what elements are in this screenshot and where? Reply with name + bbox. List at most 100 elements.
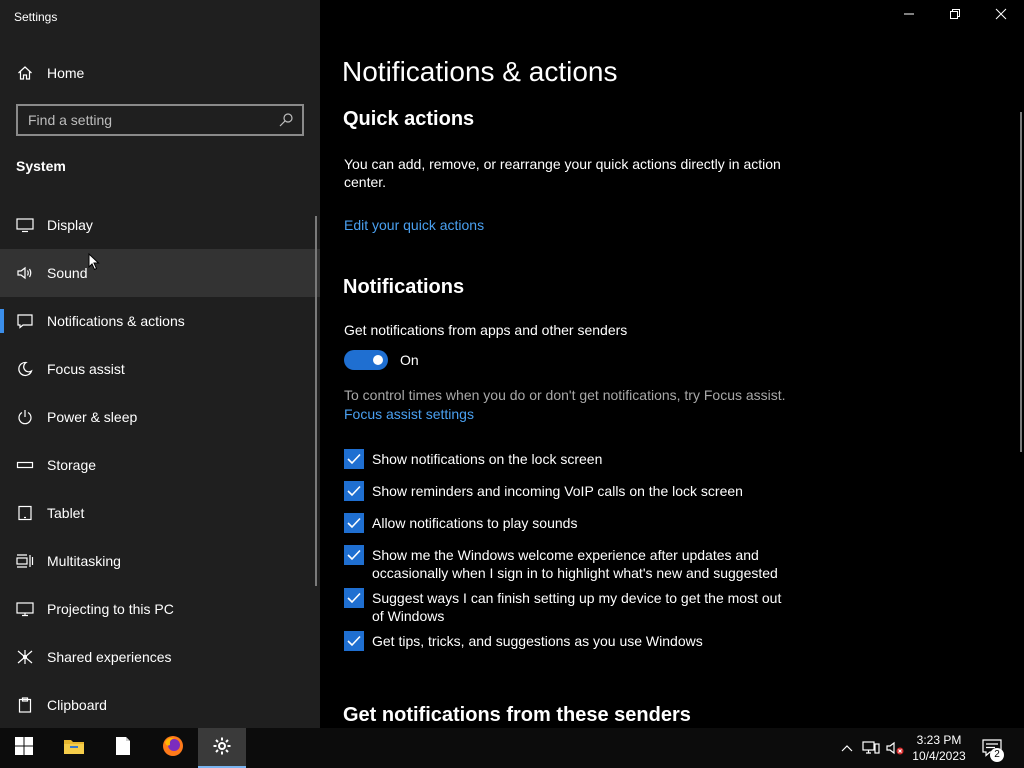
- start-button[interactable]: [0, 728, 48, 768]
- search-input[interactable]: [18, 112, 268, 128]
- notifications-heading: Notifications: [343, 276, 465, 298]
- checkbox-row-tips[interactable]: Get tips, tricks, and suggestions as you…: [344, 631, 804, 651]
- close-button[interactable]: [978, 0, 1024, 32]
- senders-heading: Get notifications from these senders: [343, 704, 691, 726]
- document-icon: [115, 736, 131, 761]
- taskbar: 3:23 PM 10/4/2023 2: [0, 728, 1024, 768]
- checkbox[interactable]: [344, 449, 364, 469]
- sidebar-item-clipboard[interactable]: Clipboard: [0, 681, 320, 729]
- notifications-toggle-caption: Get notifications from apps and other se…: [344, 322, 628, 338]
- sidebar-item-home[interactable]: Home: [0, 50, 320, 96]
- checkbox-label: Show reminders and incoming VoIP calls o…: [372, 483, 743, 499]
- share-icon: [16, 648, 34, 666]
- sidebar-item-tablet[interactable]: Tablet: [0, 489, 320, 537]
- checkbox-row-welcome-experience[interactable]: Show me the Windows welcome experience a…: [344, 545, 794, 582]
- search-box[interactable]: [16, 104, 304, 136]
- sidebar-item-label: Focus assist: [47, 361, 125, 377]
- checkbox-label: Show me the Windows welcome experience a…: [372, 547, 778, 581]
- sidebar-item-label: Clipboard: [47, 697, 107, 713]
- notepad-button[interactable]: [99, 728, 147, 768]
- mouse-cursor-icon: [88, 253, 100, 271]
- sidebar-item-label: Notifications & actions: [47, 313, 185, 329]
- storage-icon: [16, 456, 34, 474]
- file-explorer-button[interactable]: [50, 728, 98, 768]
- checkbox-row-sounds[interactable]: Allow notifications to play sounds: [344, 513, 804, 533]
- moon-icon: [16, 360, 34, 378]
- clock-time: 3:23 PM: [916, 733, 962, 747]
- sidebar-item-label: Projecting to this PC: [47, 601, 174, 617]
- focus-assist-settings-link[interactable]: Focus assist settings: [344, 406, 474, 422]
- monitor-icon: [16, 216, 34, 234]
- restore-icon: [949, 7, 961, 25]
- app-title: Settings: [14, 10, 58, 24]
- sidebar-item-focus-assist[interactable]: Focus assist: [0, 345, 320, 393]
- speaker-icon: [16, 264, 34, 282]
- edit-quick-actions-link[interactable]: Edit your quick actions: [344, 217, 484, 233]
- sidebar-item-notifications[interactable]: Notifications & actions: [0, 297, 320, 345]
- checkbox-row-finish-setup[interactable]: Suggest ways I can finish setting up my …: [344, 588, 794, 625]
- home-label: Home: [47, 65, 85, 81]
- tablet-icon: [16, 504, 34, 522]
- minimize-button[interactable]: [886, 0, 932, 32]
- checkbox[interactable]: [344, 513, 364, 533]
- checkbox[interactable]: [344, 631, 364, 651]
- notifications-toggle[interactable]: [344, 350, 388, 370]
- power-icon: [16, 408, 34, 426]
- close-icon: [995, 7, 1007, 25]
- focus-assist-hint: To control times when you do or don't ge…: [344, 387, 786, 403]
- volume-muted-icon[interactable]: [885, 738, 905, 758]
- checkbox[interactable]: [344, 481, 364, 501]
- sidebar: Settings Home System Display Sound: [0, 0, 320, 728]
- checkbox[interactable]: [344, 588, 364, 608]
- checkbox-row-reminders-voip[interactable]: Show reminders and incoming VoIP calls o…: [344, 481, 804, 501]
- toggle-knob: [373, 355, 383, 365]
- windows-logo-icon: [15, 736, 33, 760]
- sidebar-item-label: Multitasking: [47, 553, 121, 569]
- main-scrollbar[interactable]: [1020, 112, 1022, 452]
- search-icon[interactable]: [278, 112, 294, 128]
- quick-actions-heading: Quick actions: [343, 108, 475, 130]
- projector-icon: [16, 600, 34, 618]
- sidebar-item-power-sleep[interactable]: Power & sleep: [0, 393, 320, 441]
- checkbox-row-lock-screen[interactable]: Show notifications on the lock screen: [344, 449, 804, 469]
- quick-actions-description: You can add, remove, or rearrange your q…: [344, 156, 781, 190]
- sidebar-item-label: Power & sleep: [47, 409, 138, 425]
- toggle-state-label: On: [400, 352, 419, 368]
- sidebar-item-storage[interactable]: Storage: [0, 441, 320, 489]
- section-label-system: System: [16, 158, 66, 174]
- checkbox-label: Show notifications on the lock screen: [372, 451, 603, 467]
- sidebar-scrollbar[interactable]: [315, 216, 317, 586]
- checkbox-label: Allow notifications to play sounds: [372, 515, 578, 531]
- sidebar-item-label: Sound: [47, 265, 88, 281]
- sidebar-item-projecting[interactable]: Projecting to this PC: [0, 585, 320, 633]
- clipboard-icon: [16, 696, 34, 714]
- sidebar-item-sound[interactable]: Sound: [0, 249, 320, 297]
- main-content: Notifications & actions Quick actions Yo…: [320, 0, 1024, 728]
- home-icon: [16, 64, 34, 82]
- network-icon[interactable]: [861, 738, 881, 758]
- checkbox-label: Suggest ways I can finish setting up my …: [372, 590, 782, 624]
- minimize-icon: [903, 7, 915, 25]
- settings-button[interactable]: [198, 728, 246, 768]
- nav-list: Display Sound Notifications & actions Fo…: [0, 201, 320, 729]
- taskbar-clock[interactable]: 3:23 PM 10/4/2023: [906, 732, 972, 764]
- sidebar-item-shared-experiences[interactable]: Shared experiences: [0, 633, 320, 681]
- sidebar-item-label: Display: [47, 217, 93, 233]
- page-title: Notifications & actions: [342, 56, 618, 87]
- restore-button[interactable]: [932, 0, 978, 32]
- checkbox[interactable]: [344, 545, 364, 565]
- sidebar-item-display[interactable]: Display: [0, 201, 320, 249]
- checkbox-label: Get tips, tricks, and suggestions as you…: [372, 633, 703, 649]
- chevron-up-icon[interactable]: [837, 738, 857, 758]
- firefox-icon: [162, 735, 184, 762]
- window-controls: [886, 0, 1024, 32]
- notification-count-badge: 2: [990, 748, 1004, 762]
- gear-icon: [212, 736, 232, 761]
- multitasking-icon: [16, 552, 34, 570]
- sidebar-item-multitasking[interactable]: Multitasking: [0, 537, 320, 585]
- sidebar-item-label: Shared experiences: [47, 649, 172, 665]
- sidebar-item-label: Tablet: [47, 505, 85, 521]
- sidebar-item-label: Storage: [47, 457, 97, 473]
- folder-icon: [63, 737, 85, 760]
- firefox-button[interactable]: [149, 728, 197, 768]
